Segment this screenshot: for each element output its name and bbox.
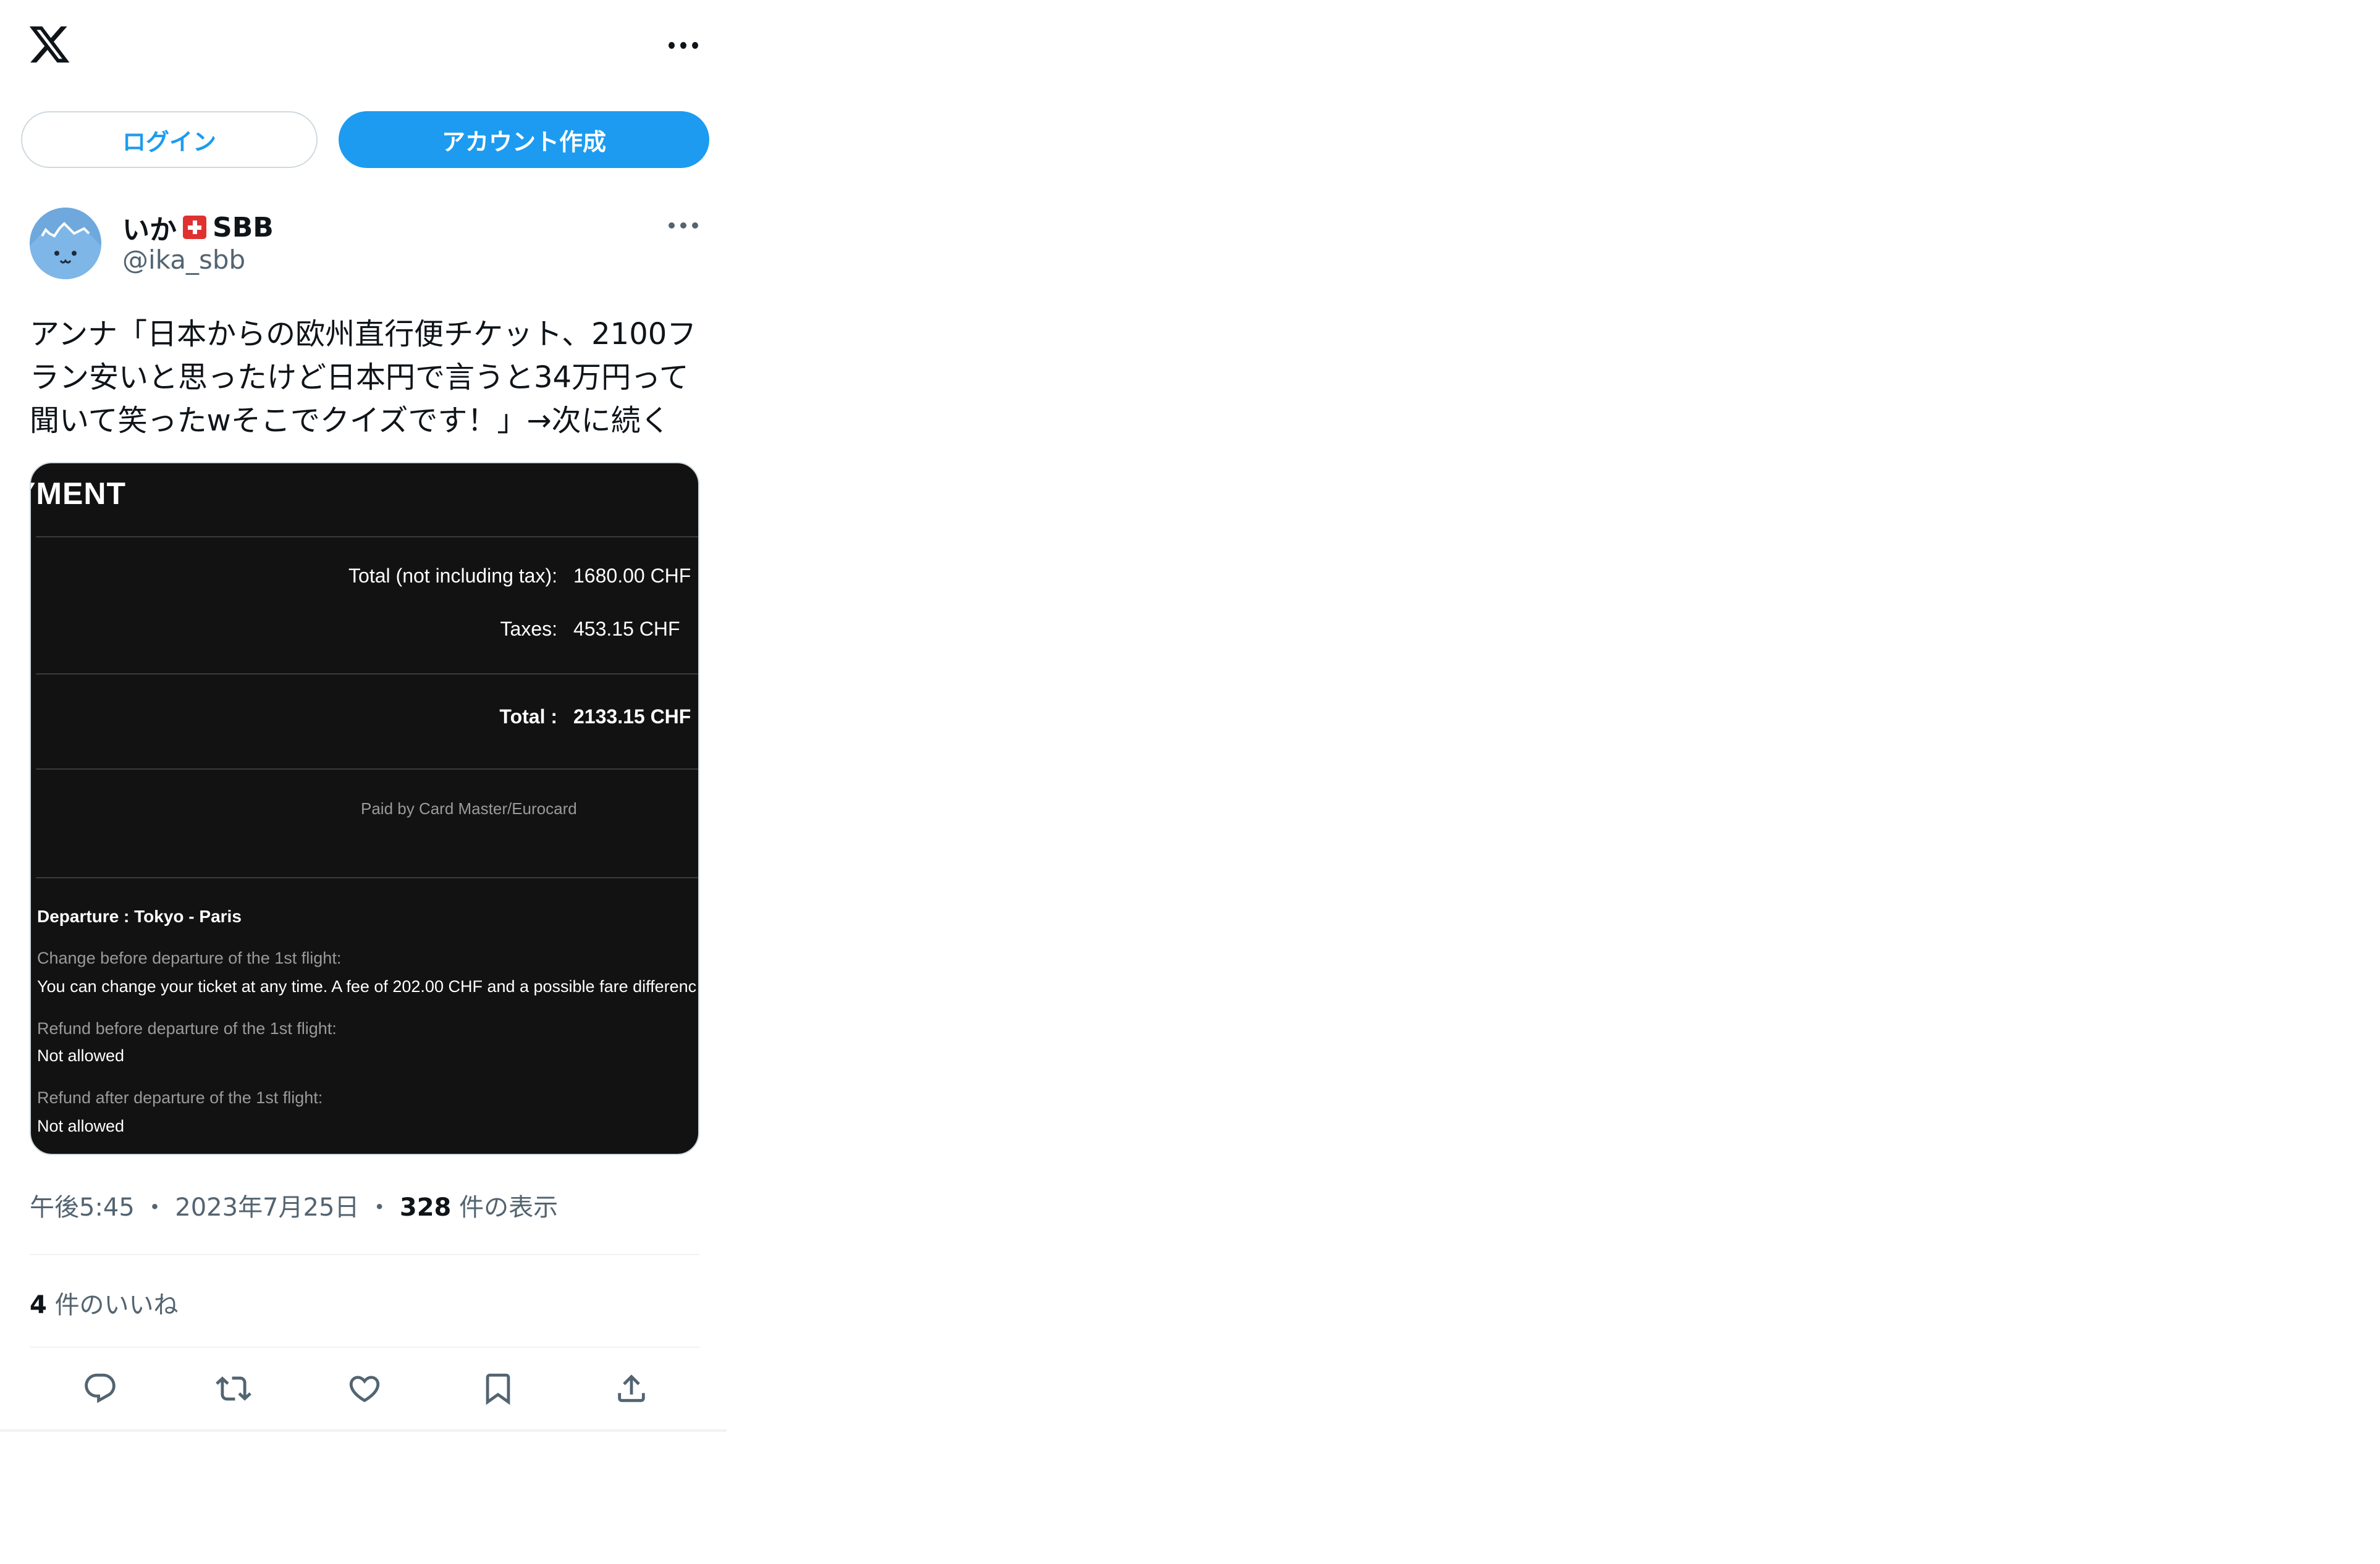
tweet-text: アンナ「日本からの欧州直行便チケット、2100フ ラン安いと思ったけど日本円で言… bbox=[30, 313, 703, 442]
tweet-date[interactable]: 2023年7月25日 bbox=[175, 1193, 359, 1222]
total-label: Total : bbox=[499, 705, 557, 728]
retweet-icon bbox=[216, 1376, 251, 1401]
refund-after-text: Not allowed bbox=[37, 1117, 125, 1135]
media-heading: YMENT bbox=[31, 476, 126, 511]
tweet-time[interactable]: 午後5:45 bbox=[30, 1193, 135, 1222]
swiss-flag-icon bbox=[183, 216, 206, 239]
change-text: You can change your ticket at any time. … bbox=[37, 977, 697, 996]
total-value: 2133.15 CHF bbox=[573, 705, 691, 728]
author-handle[interactable]: @ika_sbb bbox=[122, 245, 245, 275]
likes-label: 件のいいね bbox=[54, 1291, 179, 1319]
login-button[interactable]: ログイン bbox=[21, 111, 318, 168]
refund-before-label: Refund before departure of the 1st fligh… bbox=[37, 1019, 337, 1038]
share-button[interactable] bbox=[609, 1366, 654, 1411]
tweet-text-line: アンナ「日本からの欧州直行便チケット、2100フ bbox=[30, 317, 697, 351]
departure-text: Departure : Tokyo - Paris bbox=[37, 907, 242, 926]
media-divider bbox=[36, 673, 698, 675]
likes-count: 4 bbox=[30, 1291, 47, 1319]
divider bbox=[30, 1347, 699, 1348]
author-name[interactable]: いか SBB bbox=[122, 208, 274, 247]
media-divider bbox=[36, 536, 698, 537]
display-name[interactable]: いか bbox=[122, 208, 177, 247]
tweet-text-line: ラン安いと思ったけど日本円で言うと34万円って bbox=[30, 360, 689, 395]
paid-by-text: Paid by Card Master/Eurocard bbox=[361, 799, 577, 818]
views-label: 件の表示 bbox=[459, 1193, 559, 1222]
retweet-button[interactable] bbox=[211, 1366, 256, 1411]
avatar[interactable] bbox=[30, 208, 101, 279]
reply-icon bbox=[85, 1373, 116, 1403]
like-icon bbox=[349, 1376, 380, 1403]
change-label: Change before departure of the 1st fligh… bbox=[37, 949, 342, 967]
media-divider bbox=[36, 877, 698, 878]
display-name-suffix[interactable]: SBB bbox=[213, 212, 274, 243]
more-options-icon[interactable] bbox=[669, 36, 698, 54]
share-icon bbox=[618, 1374, 645, 1402]
tweet-metadata: 午後5:45 ・ 2023年7月25日 ・ 328 件の表示 bbox=[30, 1193, 559, 1222]
tweet-actions bbox=[30, 1366, 699, 1411]
subtotal-label: Total (not including tax): bbox=[348, 565, 557, 587]
likes-summary[interactable]: 4 件のいいね bbox=[30, 1285, 179, 1321]
refund-after-label: Refund after departure of the 1st flight… bbox=[37, 1088, 323, 1107]
refund-before-text: Not allowed bbox=[37, 1046, 125, 1065]
bookmark-button[interactable] bbox=[476, 1366, 520, 1411]
tweet-media-image[interactable]: YMENT Total (not including tax): 1680.00… bbox=[30, 462, 699, 1155]
views-count: 328 bbox=[399, 1193, 452, 1222]
tweet-page: ログイン アカウント作成 いか SBB @ika_sbb アンナ「日本からの欧州… bbox=[0, 0, 727, 1432]
reply-button[interactable] bbox=[78, 1366, 122, 1411]
tweet-text-line: 聞いて笑ったwそこでクイズです！」→次に続く bbox=[30, 403, 670, 438]
bookmark-icon bbox=[486, 1373, 510, 1405]
like-button[interactable] bbox=[342, 1366, 387, 1411]
x-logo-icon[interactable] bbox=[27, 22, 72, 67]
divider bbox=[30, 1254, 699, 1255]
media-divider bbox=[36, 768, 698, 770]
taxes-value: 453.15 CHF bbox=[573, 618, 680, 640]
create-account-button[interactable]: アカウント作成 bbox=[339, 111, 709, 168]
subtotal-value: 1680.00 CHF bbox=[573, 565, 691, 587]
tweet-more-icon[interactable] bbox=[669, 216, 698, 235]
taxes-label: Taxes: bbox=[500, 618, 557, 640]
